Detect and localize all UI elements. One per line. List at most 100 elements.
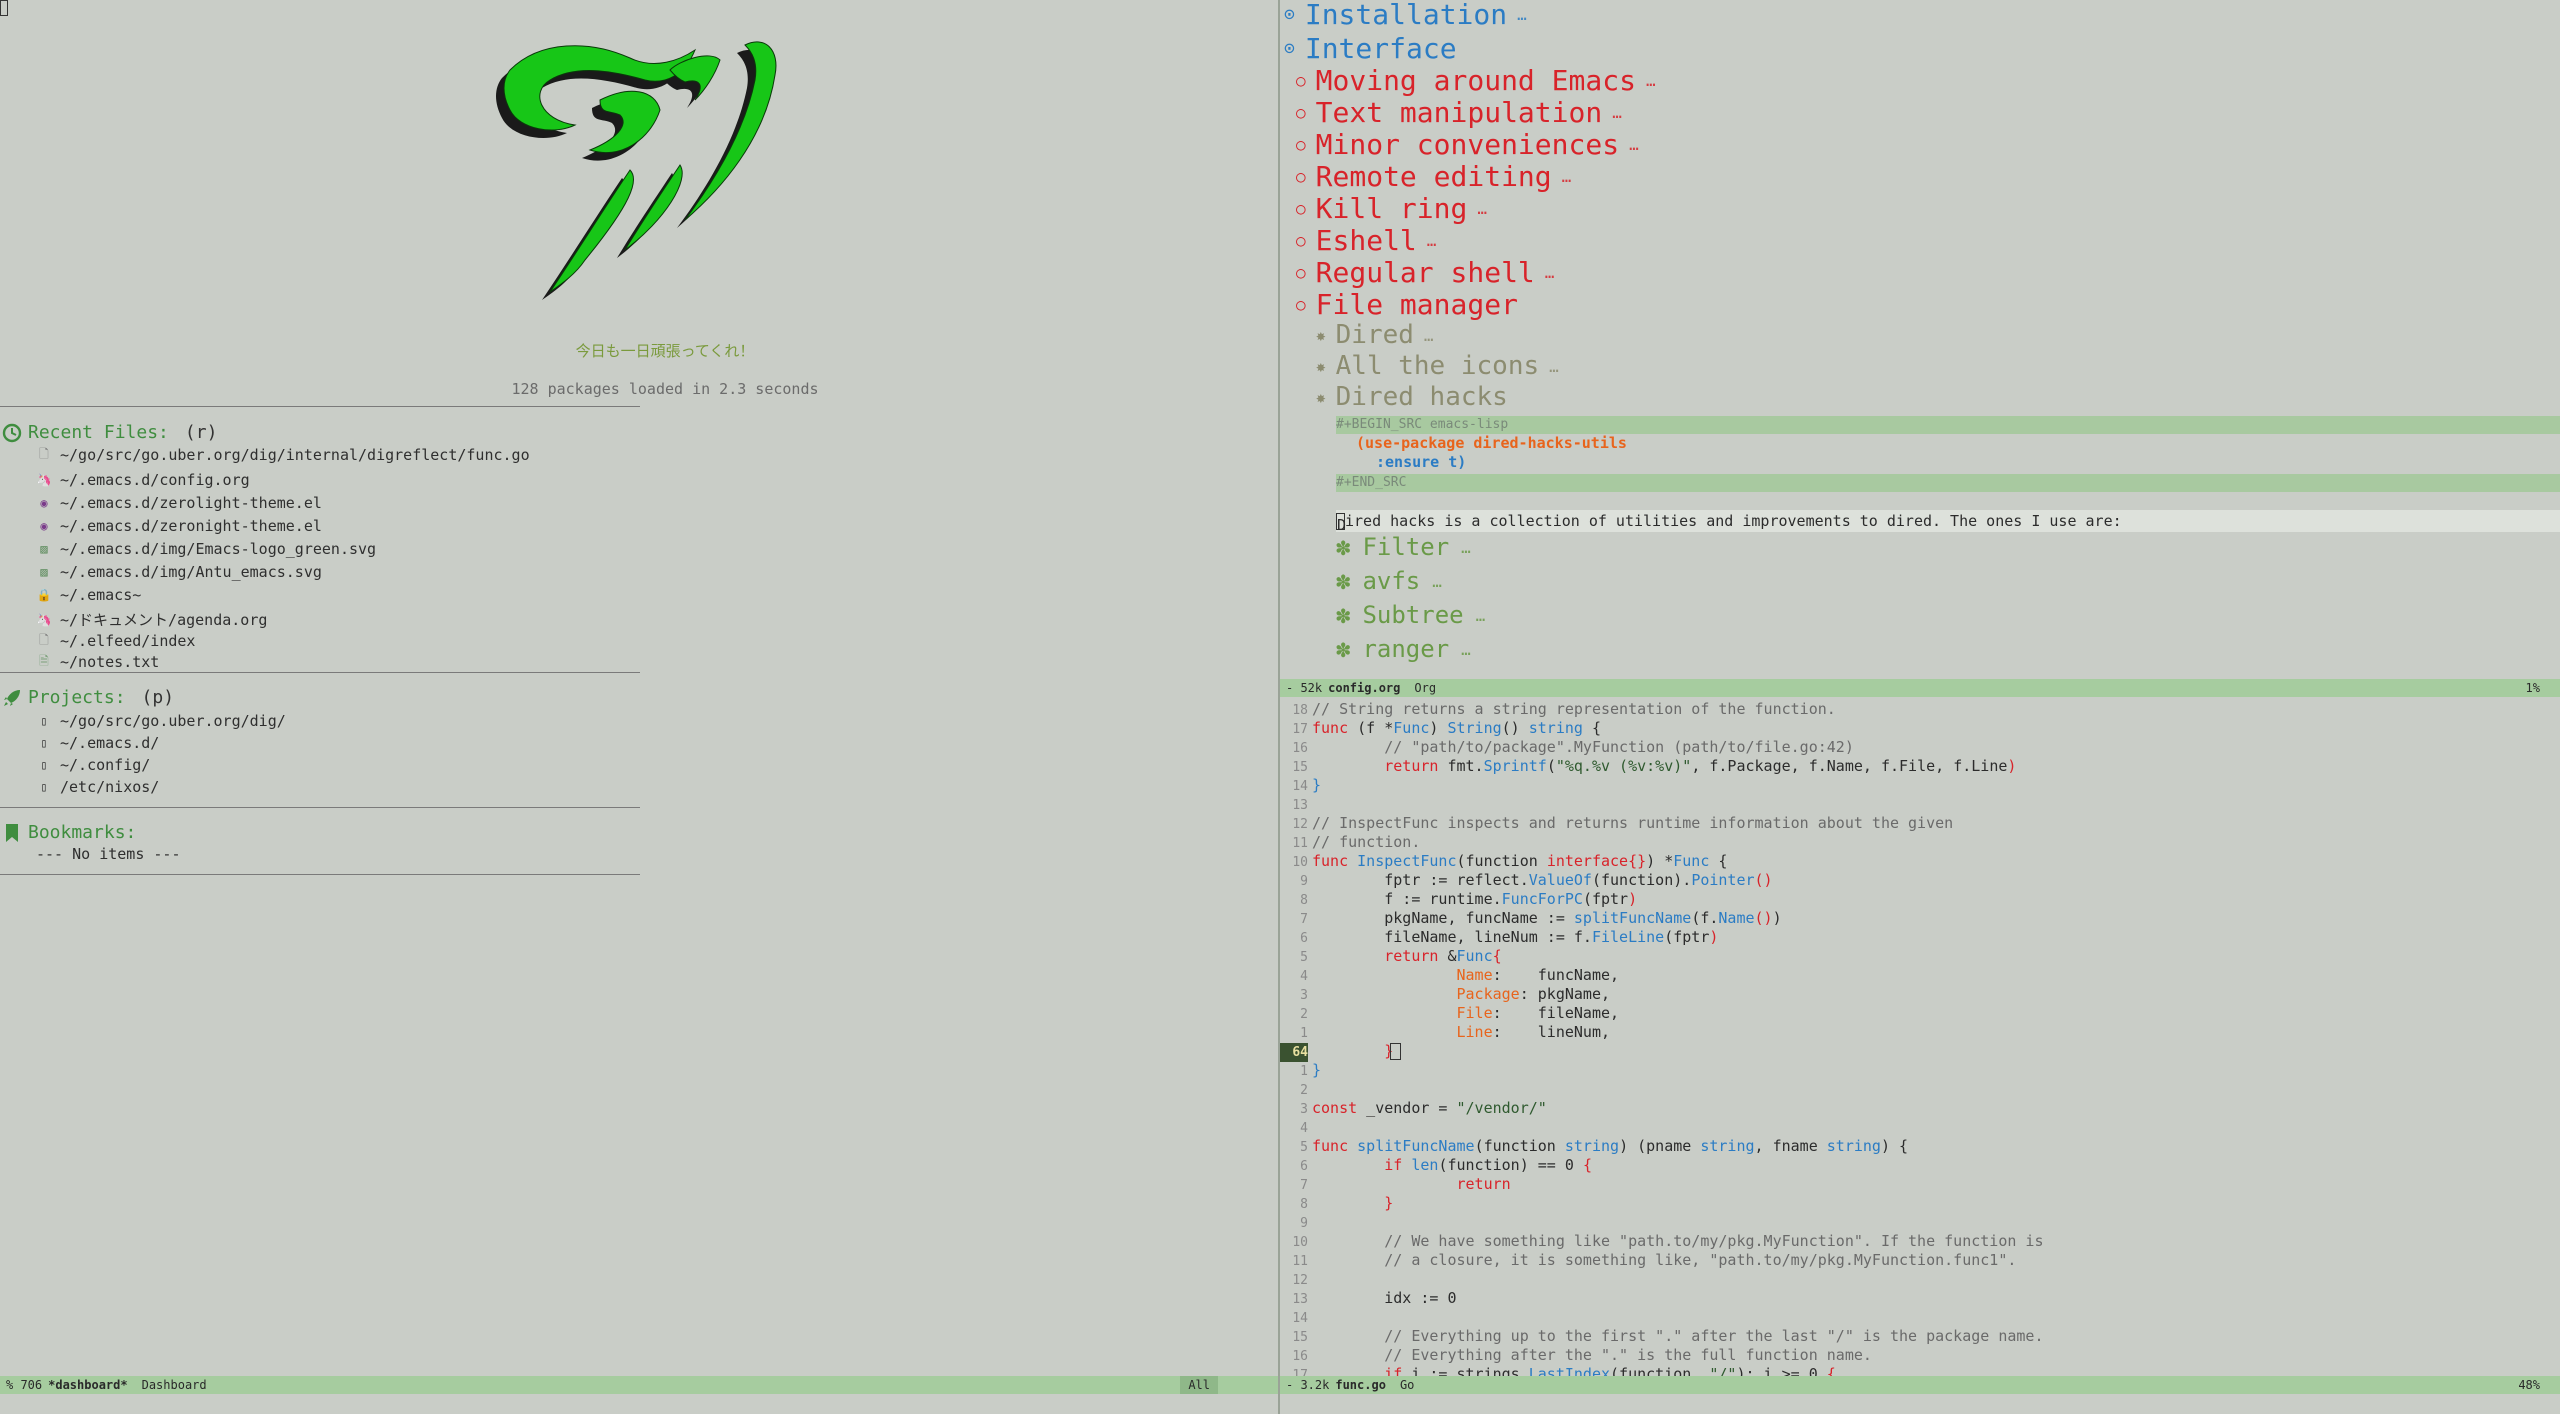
recent-file-item[interactable]: ◉ ~/.emacs.d/zerolight-theme.el <box>36 494 322 512</box>
recent-file-path: ~/.emacs.d/zerolight-theme.el <box>60 494 322 512</box>
org-heading-2-text: Eshell <box>1315 224 1417 257</box>
line-number: 3 <box>1300 988 1308 1003</box>
code-token: if <box>1312 1156 1403 1174</box>
org-heading-2[interactable]: ○ Moving around Emacs… <box>1296 64 1656 97</box>
org-heading-1[interactable]: ⊙ Installation… <box>1280 0 1527 31</box>
recent-file-item[interactable]: ◉ ~/.emacs.d/zeronight-theme.el <box>36 517 322 535</box>
org-heading-3-text: Dired <box>1335 320 1414 350</box>
recent-file-item[interactable]: 🗋 ~/go/src/go.uber.org/dig/internal/digre… <box>36 446 530 464</box>
code-token: ) <box>1772 909 1782 927</box>
org-heading-4[interactable]: ✽ Subtree… <box>1336 601 1485 629</box>
recent-file-item[interactable]: 🗋 ~/.elfeed/index <box>36 632 195 650</box>
code-line: 14 <box>1280 1308 1312 1327</box>
code-token: // String returns a string representatio… <box>1312 700 1836 718</box>
code-token: (f * <box>1348 719 1394 737</box>
repo-icon: ▯ <box>40 758 48 772</box>
project-path: /etc/nixos/ <box>60 778 160 796</box>
recent-file-item[interactable]: ▨ ~/.emacs.d/img/Emacs-logo_green.svg <box>36 540 376 558</box>
projects-title: Projects: <box>28 687 126 708</box>
org-heading-3[interactable]: ✸ Dired… <box>1316 320 1434 350</box>
separator <box>0 406 640 407</box>
recent-file-item[interactable]: 🔒 ~/.emacs~ <box>36 586 142 604</box>
recent-file-item[interactable]: 🗎 ~/notes.txt <box>36 653 159 671</box>
code-token: (function <box>1474 1137 1565 1155</box>
bookmarks-heading[interactable]: Bookmarks: <box>2 822 136 843</box>
org-heading-2[interactable]: ○ Minor conveniences… <box>1296 128 1639 161</box>
ellipsis-indicator: … <box>1517 5 1527 24</box>
code-line: 2 <box>1280 1080 1312 1099</box>
code-token: () <box>1501 719 1529 737</box>
code-token: } <box>1312 776 1322 794</box>
line-number: 6 <box>1300 931 1308 946</box>
org-heading-4[interactable]: ✽ avfs… <box>1336 567 1442 595</box>
bookmark-icon <box>6 823 18 842</box>
recent-file-item[interactable]: ▨ ~/.emacs.d/img/Antu_emacs.svg <box>36 563 322 581</box>
code-token: { <box>1582 1156 1592 1174</box>
org-heading-4-text: Filter <box>1362 533 1450 561</box>
modeline-buffer-name: config.org <box>1328 681 1401 695</box>
modeline-go[interactable]: - 3.2k func.go Go 48% <box>1280 1376 2560 1394</box>
repo-icon: ▯ <box>40 780 48 794</box>
recent-files-heading[interactable]: Recent Files: (r) <box>2 422 217 443</box>
org-heading-4[interactable]: ✽ ranger… <box>1336 635 1471 663</box>
code-token: f := runtime. <box>1312 890 1502 908</box>
code-line: 5 return &Func{ <box>1280 947 1501 966</box>
code-line: 3 const _vendor = "/vendor/" <box>1280 1099 1547 1118</box>
code-token: () <box>1754 909 1773 927</box>
org-paragraph[interactable]: Dired hacks is a collection of utilities… <box>1336 510 2560 534</box>
modeline-major-mode: Org <box>1414 681 1437 695</box>
org-heading-2[interactable]: ○ Regular shell… <box>1296 256 1554 289</box>
modeline-size: - 52k <box>1286 681 1323 695</box>
modeline-major-mode: Dashboard <box>141 1378 207 1392</box>
code-token: ) <box>2007 757 2017 775</box>
image-icon: ▨ <box>40 542 48 556</box>
line-number: 1 <box>1300 1026 1308 1041</box>
modeline-org[interactable]: - 52k config.org Org 1% <box>1280 679 2560 697</box>
org-heading-1[interactable]: ⊙ Interface <box>1280 32 1467 65</box>
modeline-dashboard[interactable]: % 706 *dashboard* Dashboard All <box>0 1376 1278 1394</box>
code-token: (fptr <box>1664 928 1710 946</box>
code-line: 14} <box>1280 776 1321 795</box>
recent-file-item[interactable]: 🦄 ~/.emacs.d/config.org <box>36 471 250 489</box>
paragraph-text: ired hacks is a collection of utilities … <box>1345 512 2122 530</box>
org-heading-2[interactable]: ○ Kill ring… <box>1296 192 1487 225</box>
projects-heading[interactable]: Projects: (p) <box>2 687 174 708</box>
go-code-buffer[interactable]: 18// String returns a string representat… <box>1280 700 2560 1376</box>
code-token: i := strings. <box>1402 1365 1529 1376</box>
recent-file-path: ~/ドキュメント/agenda.org <box>60 611 268 629</box>
project-item[interactable]: ▯ ~/go/src/go.uber.org/dig/ <box>36 712 285 730</box>
line-number: 10 <box>1292 855 1308 870</box>
org-heading-2[interactable]: ○ File manager <box>1296 288 1528 321</box>
code-token: ) <box>1429 719 1448 737</box>
ellipsis-indicator: … <box>1629 135 1639 154</box>
modeline-percent: 1% <box>2525 681 2540 695</box>
org-heading-4[interactable]: ✽ Filter… <box>1336 533 1471 561</box>
org-heading-2[interactable]: ○ Eshell… <box>1296 224 1436 257</box>
recent-file-item[interactable]: 🦄 ~/ドキュメント/agenda.org <box>36 609 268 630</box>
recent-file-path: ~/go/src/go.uber.org/dig/internal/digref… <box>60 446 530 464</box>
org-heading-3[interactable]: ✸ All the icons… <box>1316 351 1559 381</box>
code-token: Func <box>1393 719 1430 737</box>
dashboard-window[interactable]: 今日も一日頑張ってくれ！ 128 packages loaded in 2.3 … <box>0 0 1278 1414</box>
org-heading-3[interactable]: ✸ Dired hacks <box>1316 382 1518 412</box>
star-bullet-icon: ✸ <box>1316 356 1326 376</box>
flower-bullet-icon: ✽ <box>1336 635 1351 663</box>
org-heading-2[interactable]: ○ Remote editing… <box>1296 160 1571 193</box>
src-token: dired-hacks-utils <box>1473 434 1627 452</box>
code-token: if <box>1312 1365 1403 1376</box>
project-path: ~/.config/ <box>60 756 151 774</box>
circle-bullet-icon: ○ <box>1296 295 1306 314</box>
org-buffer[interactable]: ⊙ Installation … ⊙ Interface ○ Moving around … <box>1280 0 2560 680</box>
code-token: return <box>1312 1175 1511 1193</box>
src-begin-line: #+BEGIN_SRC emacs-lisp <box>1336 416 2560 434</box>
project-item[interactable]: ▯ ~/.emacs.d/ <box>36 734 159 752</box>
line-number: 3 <box>1300 1102 1308 1117</box>
project-item[interactable]: ▯ ~/.config/ <box>36 756 150 774</box>
code-token: _vendor = <box>1357 1099 1457 1117</box>
code-token: idx := 0 <box>1312 1289 1457 1307</box>
code-token: File <box>1312 1004 1493 1022</box>
project-item[interactable]: ▯ /etc/nixos/ <box>36 778 159 796</box>
org-heading-2-text: File manager <box>1315 288 1518 321</box>
org-heading-2[interactable]: ○ Text manipulation… <box>1296 96 1622 129</box>
